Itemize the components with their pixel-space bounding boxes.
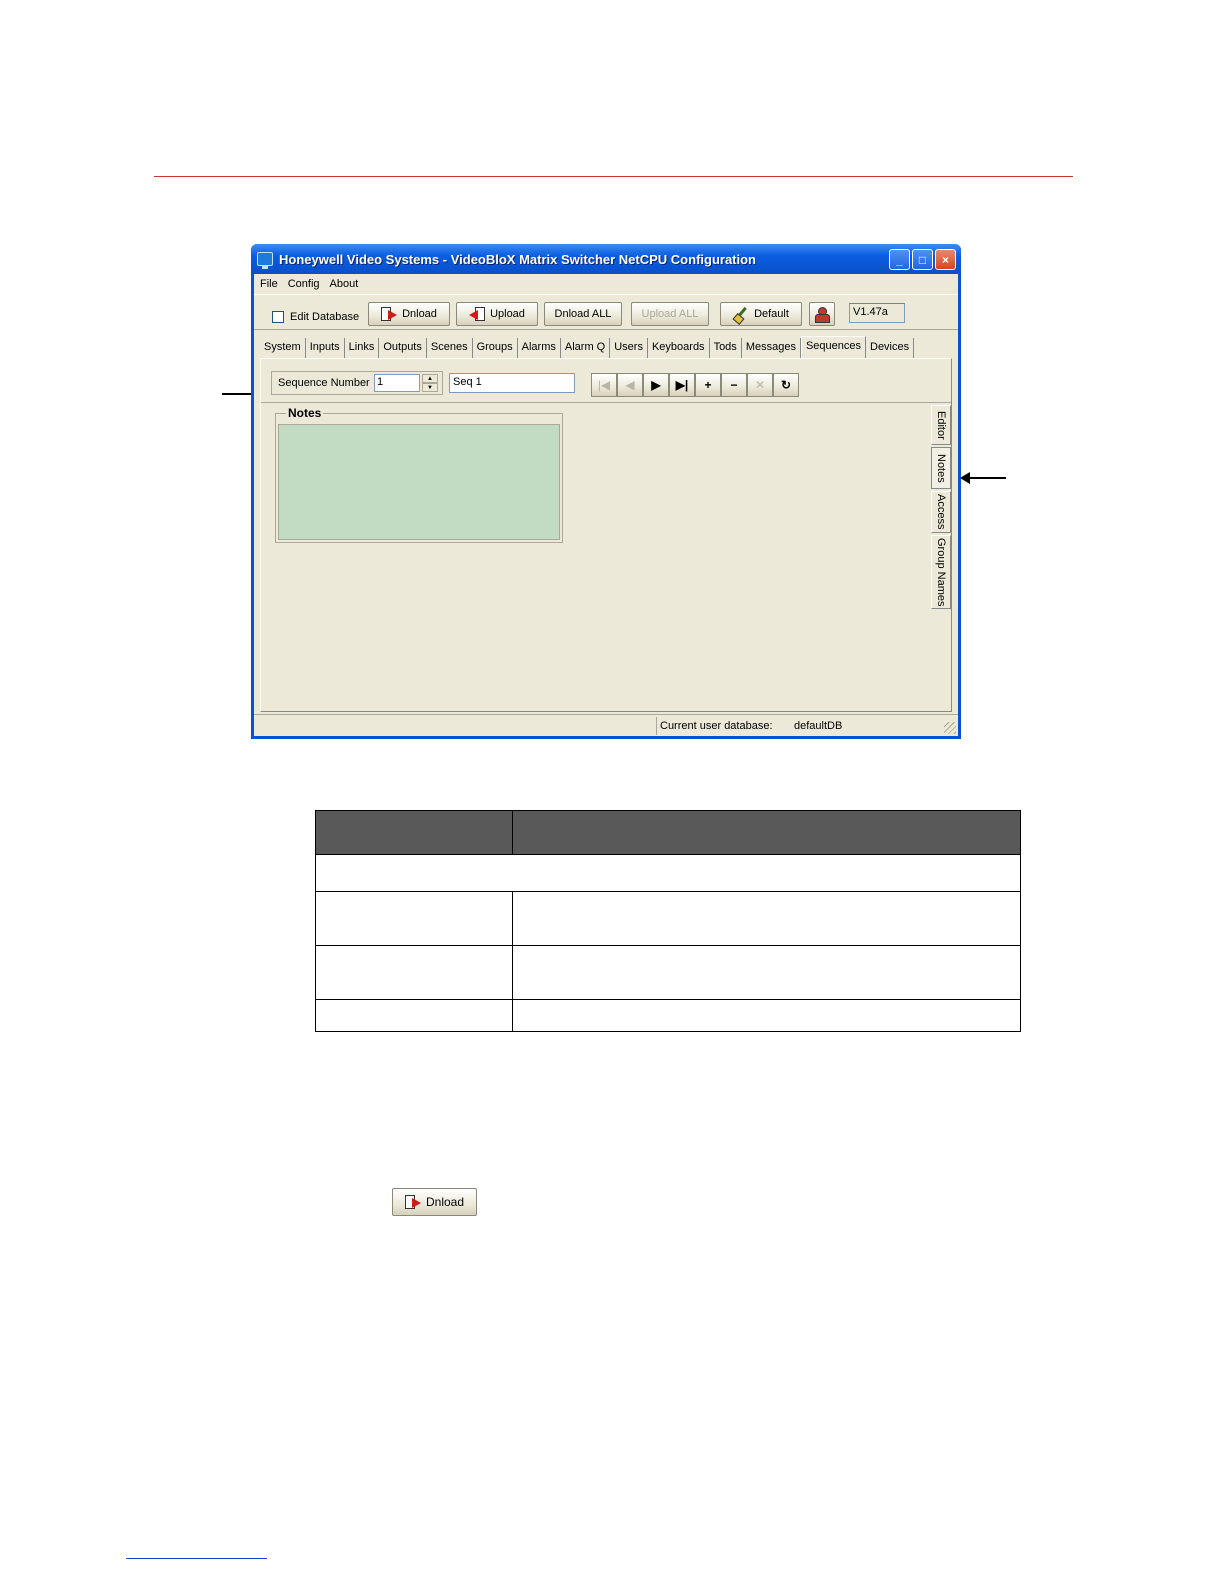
- table-cell: [315, 999, 513, 1032]
- upload-icon: [469, 307, 486, 321]
- table-header-row: [315, 810, 1021, 855]
- table-cell: [315, 945, 513, 1000]
- download-icon: [404, 1195, 421, 1209]
- sequence-name-input[interactable]: Seq 1: [449, 373, 575, 393]
- spin-up-icon[interactable]: ▲: [422, 374, 438, 383]
- side-tab-group-names[interactable]: Group Names: [931, 535, 951, 609]
- tab-alarm-q[interactable]: Alarm Q: [561, 338, 611, 358]
- version-field: V1.47a: [849, 303, 905, 323]
- table-row: [315, 999, 1021, 1032]
- table-cell: [315, 891, 513, 946]
- last-record-button[interactable]: ▶|: [669, 373, 695, 397]
- table-header-cell: [512, 810, 1021, 855]
- table-cell: [315, 854, 1021, 892]
- inline-dnload-label: Dnload: [425, 1195, 465, 1209]
- tab-sequences[interactable]: Sequences: [800, 336, 866, 358]
- menu-bar: File Config About: [254, 274, 958, 294]
- sequences-panel: Sequence Number 1 ▲ ▼ Seq 1 |◀ ◀ ▶ ▶| + …: [260, 358, 952, 712]
- users-button[interactable]: [809, 302, 835, 326]
- wand-icon: [733, 306, 749, 322]
- table-cell: [512, 891, 1021, 946]
- table-header-cell: [315, 810, 513, 855]
- dnload-button[interactable]: Dnload: [368, 302, 450, 326]
- table-cell: [512, 945, 1021, 1000]
- sequence-number-input[interactable]: 1: [374, 374, 420, 392]
- status-db-label: Current user database:: [660, 720, 773, 732]
- inline-dnload-button[interactable]: Dnload: [392, 1188, 477, 1216]
- users-icon: [814, 306, 830, 323]
- side-tab-access[interactable]: Access: [931, 491, 951, 533]
- dnload-label: Dnload: [402, 308, 437, 320]
- tab-tods[interactable]: Tods: [710, 338, 742, 358]
- description-table: [315, 810, 1021, 1032]
- table-cell: [512, 999, 1021, 1032]
- tab-messages[interactable]: Messages: [742, 338, 801, 358]
- monitor-icon: [257, 252, 273, 269]
- resize-grip[interactable]: [944, 722, 956, 734]
- sequence-number-spinner[interactable]: ▲ ▼: [422, 374, 438, 392]
- edit-database-checkbox[interactable]: [272, 311, 284, 323]
- menu-file[interactable]: File: [260, 278, 278, 290]
- tab-system[interactable]: System: [260, 338, 306, 358]
- upload-all-button[interactable]: Upload ALL: [631, 302, 709, 326]
- callout-arrow-notes-tab: [960, 472, 1006, 484]
- close-button[interactable]: ×: [935, 249, 956, 270]
- toolbar: Edit Database Dnload Upload Dnload ALL U…: [254, 294, 958, 330]
- notes-textarea[interactable]: [278, 424, 560, 540]
- sequence-number-group: Sequence Number 1 ▲ ▼: [271, 371, 443, 395]
- dnload-all-button[interactable]: Dnload ALL: [544, 302, 622, 326]
- first-record-button[interactable]: |◀: [591, 373, 617, 397]
- status-bar: Current user database: defaultDB: [254, 714, 958, 736]
- side-tab-editor[interactable]: Editor: [931, 405, 951, 445]
- status-separator: [656, 717, 657, 735]
- notes-title: Notes: [286, 406, 324, 420]
- edit-database-label: Edit Database: [290, 311, 360, 323]
- sequence-bar: Sequence Number 1 ▲ ▼ Seq 1 |◀ ◀ ▶ ▶| + …: [261, 359, 951, 403]
- tab-scenes[interactable]: Scenes: [427, 338, 473, 358]
- download-icon: [381, 307, 398, 321]
- delete-record-button[interactable]: −: [721, 373, 747, 397]
- upload-label: Upload: [490, 308, 525, 320]
- upload-button[interactable]: Upload: [456, 302, 538, 326]
- status-db-value: defaultDB: [794, 720, 843, 732]
- tab-outputs[interactable]: Outputs: [379, 338, 427, 358]
- refresh-button[interactable]: ↻: [773, 373, 799, 397]
- spin-down-icon[interactable]: ▼: [422, 383, 438, 392]
- header-rule: [154, 176, 1073, 177]
- prev-record-button[interactable]: ◀: [617, 373, 643, 397]
- app-window: Honeywell Video Systems - VideoBloX Matr…: [251, 244, 961, 739]
- minimize-button[interactable]: _: [889, 249, 910, 270]
- next-record-button[interactable]: ▶: [643, 373, 669, 397]
- add-record-button[interactable]: +: [695, 373, 721, 397]
- table-row: [315, 945, 1021, 1000]
- maximize-button[interactable]: □: [912, 249, 933, 270]
- sequence-number-label: Sequence Number: [278, 377, 370, 389]
- tab-alarms[interactable]: Alarms: [518, 338, 561, 358]
- tab-links[interactable]: Links: [345, 338, 380, 358]
- default-label: Default: [754, 308, 789, 320]
- tab-devices[interactable]: Devices: [866, 338, 915, 358]
- tab-inputs[interactable]: Inputs: [306, 338, 345, 358]
- tab-users[interactable]: Users: [610, 338, 648, 358]
- tab-keyboards[interactable]: Keyboards: [648, 338, 710, 358]
- cancel-edit-button[interactable]: ✕: [747, 373, 773, 397]
- side-tab-notes[interactable]: Notes: [931, 447, 951, 489]
- tab-groups[interactable]: Groups: [473, 338, 518, 358]
- window-title: Honeywell Video Systems - VideoBloX Matr…: [279, 251, 757, 267]
- record-nav-buttons: |◀ ◀ ▶ ▶| + − ✕ ↻: [591, 373, 799, 397]
- menu-config[interactable]: Config: [288, 278, 320, 290]
- footer-rule: [126, 1558, 267, 1559]
- menu-about[interactable]: About: [330, 278, 359, 290]
- notes-group: Notes: [275, 406, 563, 543]
- main-tabs: System Inputs Links Outputs Scenes Group…: [260, 336, 915, 358]
- title-bar[interactable]: Honeywell Video Systems - VideoBloX Matr…: [251, 244, 961, 274]
- table-row: [315, 854, 1021, 892]
- default-button[interactable]: Default: [720, 302, 802, 326]
- table-row: [315, 891, 1021, 946]
